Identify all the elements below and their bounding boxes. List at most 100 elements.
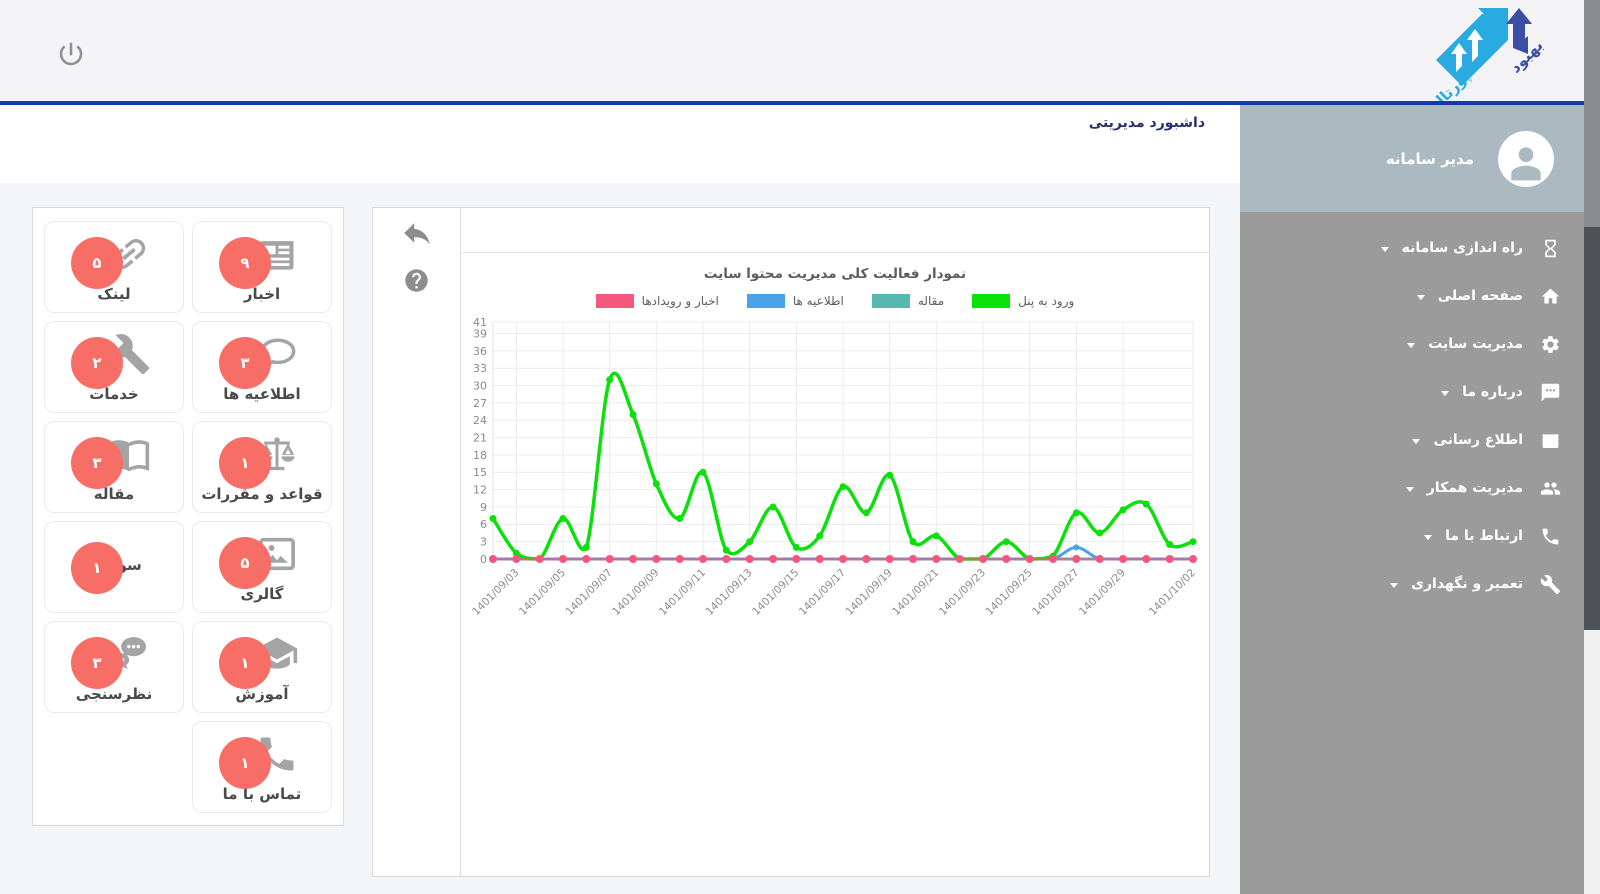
avatar[interactable] — [1498, 131, 1554, 187]
chart-body: نمودار فعالیت کلی مدیریت محتوا سایت اخبا… — [461, 208, 1209, 876]
tile-rules[interactable]: قواعد و مقررات ۱ — [192, 421, 332, 513]
chart-panel: نمودار فعالیت کلی مدیریت محتوا سایت اخبا… — [372, 207, 1210, 877]
sidebar-item-0[interactable]: راه اندازی سامانه — [1240, 224, 1600, 272]
svg-text:1401/09/13: 1401/09/13 — [704, 567, 755, 618]
tile-news[interactable]: اخبار ۹ — [192, 221, 332, 313]
svg-text:6: 6 — [480, 518, 487, 531]
count-badge: ۹ — [219, 237, 271, 289]
scrollbar-track-bottom — [1584, 630, 1600, 894]
count-badge: ۱ — [71, 542, 123, 594]
tile-label: آموزش — [193, 685, 331, 703]
svg-text:1401/09/19: 1401/09/19 — [844, 567, 895, 618]
svg-text:9: 9 — [480, 501, 487, 514]
page-title: داشبورد مدیریتی — [1089, 115, 1205, 131]
comment-dots-icon — [1538, 381, 1562, 403]
tile-articles[interactable]: مقاله ۳ — [44, 421, 184, 513]
legend-item: ورود به پنل — [972, 294, 1074, 308]
chevron-down-icon — [1424, 535, 1432, 540]
count-badge: ۵ — [71, 237, 123, 289]
svg-text:1401/09/07: 1401/09/07 — [564, 567, 615, 618]
activity-chart: 413936333027242118151296301401/09/031401… — [461, 312, 1209, 642]
svg-text:30: 30 — [473, 379, 487, 392]
legend-swatch — [747, 294, 785, 308]
sidebar-item-1[interactable]: صفحه اصلی — [1240, 272, 1600, 320]
logo-text-primary: بهبود — [1506, 36, 1546, 76]
tile-announcements[interactable]: اطلاعیه ها ۳ — [192, 321, 332, 413]
svg-text:1401/09/25: 1401/09/25 — [984, 567, 1035, 618]
svg-text:1401/09/05: 1401/09/05 — [517, 567, 568, 618]
svg-text:1401/09/21: 1401/09/21 — [890, 567, 941, 618]
sidebar-item-3[interactable]: درباره ما — [1240, 368, 1600, 416]
tile-gallery[interactable]: گالری ۵ — [192, 521, 332, 613]
svg-text:1401/10/02: 1401/10/02 — [1147, 567, 1198, 618]
svg-text:1401/09/11: 1401/09/11 — [657, 567, 708, 618]
svg-text:1401/09/29: 1401/09/29 — [1077, 567, 1128, 618]
hourglass-icon — [1538, 237, 1562, 259]
tile-label: گالری — [193, 585, 331, 603]
svg-text:21: 21 — [473, 431, 487, 444]
legend-swatch — [972, 294, 1010, 308]
svg-text:24: 24 — [473, 414, 487, 427]
svg-text:33: 33 — [473, 362, 487, 375]
power-icon[interactable] — [54, 38, 88, 72]
sidebar-item-4[interactable]: اطلاع رسانی — [1240, 416, 1600, 464]
count-badge: ۱ — [219, 637, 271, 689]
profile-name: مدیر سامانه — [1386, 150, 1474, 168]
tile-label: اخبار — [193, 285, 331, 303]
scrollbar-track[interactable] — [1584, 0, 1600, 894]
sidebar: مدیر سامانه راه اندازی سامانه صفحه اصلی … — [1240, 105, 1600, 894]
tile-label: تماس با ما — [193, 785, 331, 803]
count-badge: ۱ — [219, 437, 271, 489]
legend-item: اطلاعیه ها — [747, 294, 844, 308]
tiles-panel: اخبار ۹ لینک ۵ اطلاعیه ها ۳ خدمات ۲ قواع… — [32, 207, 344, 826]
svg-text:39: 39 — [473, 327, 487, 340]
sidebar-item-6[interactable]: ارتباط با ما — [1240, 512, 1600, 560]
wrench-icon — [1538, 573, 1562, 595]
count-badge: ۳ — [219, 337, 271, 389]
tile-services[interactable]: خدمات ۲ — [44, 321, 184, 413]
newspaper-icon — [1538, 429, 1562, 451]
main-content: نمودار فعالیت کلی مدیریت محتوا سایت اخبا… — [0, 183, 1240, 894]
svg-text:3: 3 — [480, 536, 487, 549]
sidebar-item-7[interactable]: تعمیر و نگهداری — [1240, 560, 1600, 608]
sidebar-item-2[interactable]: مدیریت سایت — [1240, 320, 1600, 368]
sidebar-item-5[interactable]: مدیریت همکار — [1240, 464, 1600, 512]
sidebar-menu: راه اندازی سامانه صفحه اصلی مدیریت سایت … — [1240, 212, 1600, 608]
svg-text:1401/09/03: 1401/09/03 — [470, 567, 521, 618]
chart-title: نمودار فعالیت کلی مدیریت محتوا سایت — [461, 266, 1209, 282]
legend-swatch — [596, 294, 634, 308]
legend-swatch — [872, 294, 910, 308]
svg-text:18: 18 — [473, 449, 487, 462]
tile-training[interactable]: آموزش ۱ — [192, 621, 332, 713]
tile-contact[interactable]: تماس با ما ۱ — [192, 721, 332, 813]
tile-label: اطلاعیه ها — [193, 385, 331, 403]
tile-survey[interactable]: نظرسنجی ۳ — [44, 621, 184, 713]
scrollbar-thumb[interactable] — [1584, 227, 1600, 630]
count-badge: ۳ — [71, 437, 123, 489]
profile-section: مدیر سامانه — [1240, 105, 1600, 212]
tile-label: خدمات — [45, 385, 183, 403]
tile-label: نظرسنجی — [45, 685, 183, 703]
chevron-down-icon — [1381, 247, 1389, 252]
topbar: بهبود پورتال — [0, 0, 1600, 101]
chart-panel-header — [461, 208, 1209, 253]
count-badge: ۵ — [219, 537, 271, 589]
tile-questions[interactable]: سوالات ۱ — [44, 521, 184, 613]
svg-text:36: 36 — [473, 345, 487, 358]
chevron-down-icon — [1390, 583, 1398, 588]
help-icon[interactable] — [403, 267, 430, 297]
back-icon[interactable] — [400, 216, 434, 253]
gear-icon — [1538, 333, 1562, 355]
svg-text:1401/09/17: 1401/09/17 — [797, 567, 848, 618]
legend-item: اخبار و رویدادها — [596, 294, 719, 308]
count-badge: ۲ — [71, 337, 123, 389]
chevron-down-icon — [1417, 295, 1425, 300]
tile-links[interactable]: لینک ۵ — [44, 221, 184, 313]
phone-icon — [1538, 525, 1562, 547]
chevron-down-icon — [1412, 439, 1420, 444]
legend-item: مقاله — [872, 294, 944, 308]
svg-text:1401/09/09: 1401/09/09 — [610, 567, 661, 618]
svg-text:0: 0 — [480, 553, 487, 566]
tile-label: قواعد و مقررات — [193, 485, 331, 503]
chevron-down-icon — [1406, 487, 1414, 492]
